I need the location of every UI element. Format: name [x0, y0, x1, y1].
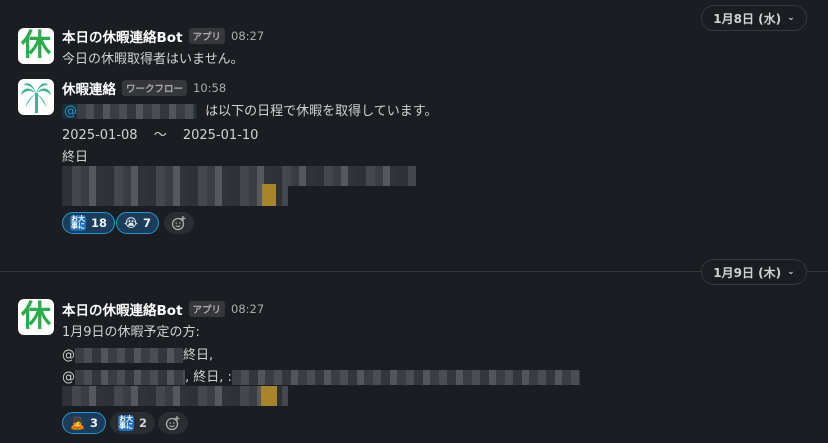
- bot-avatar[interactable]: 休: [18, 28, 54, 64]
- avatar-char: 休: [21, 299, 51, 334]
- add-reaction-icon: [171, 216, 186, 231]
- app-tag: アプリ: [188, 28, 226, 44]
- message-line: @, 終日, :: [62, 366, 580, 385]
- reaction-count: 2: [139, 416, 148, 430]
- message-text: は以下の日程で休暇を取得しています。: [205, 104, 438, 119]
- add-reaction-button[interactable]: [158, 412, 188, 434]
- reaction-count: 7: [143, 216, 152, 230]
- end-date: 2025-01-10: [182, 128, 259, 143]
- sender-name[interactable]: 本日の休暇連絡Bot: [62, 299, 183, 319]
- reaction-crying[interactable]: 😭 7: [116, 212, 160, 234]
- range-tilde: 〜: [153, 128, 167, 143]
- chevron-down-icon: ⌄: [787, 267, 795, 277]
- timestamp[interactable]: 08:27: [231, 29, 264, 43]
- redacted-emoji: [262, 184, 276, 206]
- add-reaction-icon: [165, 416, 180, 431]
- date-divider-jan9[interactable]: 1月9日 (木) ⌄: [701, 259, 807, 285]
- message-text: 今日の休暇取得者はいません。: [62, 52, 244, 67]
- allday-text: 終日: [62, 150, 89, 165]
- redacted-emoji: [261, 386, 277, 406]
- workflow-avatar[interactable]: [18, 79, 54, 115]
- date-divider-jan8[interactable]: 1月8日 (水) ⌄: [701, 5, 807, 31]
- sender-name[interactable]: 休暇連絡: [62, 78, 116, 98]
- redacted-content: [62, 186, 288, 206]
- timestamp[interactable]: 08:27: [231, 302, 264, 316]
- sender-name[interactable]: 本日の休暇連絡Bot: [62, 26, 183, 46]
- reaction-otaiji[interactable]: お大 事に 18: [62, 212, 116, 234]
- allday-text: , 終日, :: [185, 370, 232, 385]
- reaction-count: 3: [89, 416, 98, 430]
- reaction-bow[interactable]: 🙇 3: [62, 412, 106, 434]
- user-mention[interactable]: @: [62, 104, 197, 119]
- chevron-down-icon: ⌄: [787, 13, 795, 23]
- message-text: 1月9日の休暇予定の方:: [62, 325, 200, 340]
- add-reaction-button[interactable]: [164, 212, 194, 234]
- reaction-otaiji[interactable]: お大 事に 2: [110, 412, 156, 434]
- date-label: 1月8日 (水): [713, 11, 782, 26]
- avatar-char: 休: [21, 28, 51, 63]
- bow-emoji-icon: 🙇: [70, 416, 85, 430]
- workflow-tag: ワークフロー: [122, 80, 188, 96]
- bot-avatar[interactable]: 休: [18, 299, 54, 335]
- message-line: @ 終日,: [62, 348, 214, 363]
- crying-emoji-icon: 😭: [124, 216, 139, 230]
- timestamp[interactable]: 10:58: [193, 81, 226, 95]
- start-date: 2025-01-08: [62, 128, 138, 143]
- date-label: 1月9日 (木): [713, 265, 782, 280]
- redacted-content: [62, 386, 288, 406]
- redacted-content: [62, 166, 416, 186]
- date-range: 2025-01-08 〜 2025-01-10: [62, 124, 258, 143]
- otaiji-emoji-icon: お大 事に: [70, 215, 86, 231]
- otaiji-emoji-icon: お大 事に: [118, 415, 134, 431]
- palm-tree-icon: [21, 83, 51, 113]
- app-tag: アプリ: [188, 301, 226, 317]
- reaction-count: 18: [91, 216, 108, 230]
- allday-text: 終日,: [183, 348, 214, 363]
